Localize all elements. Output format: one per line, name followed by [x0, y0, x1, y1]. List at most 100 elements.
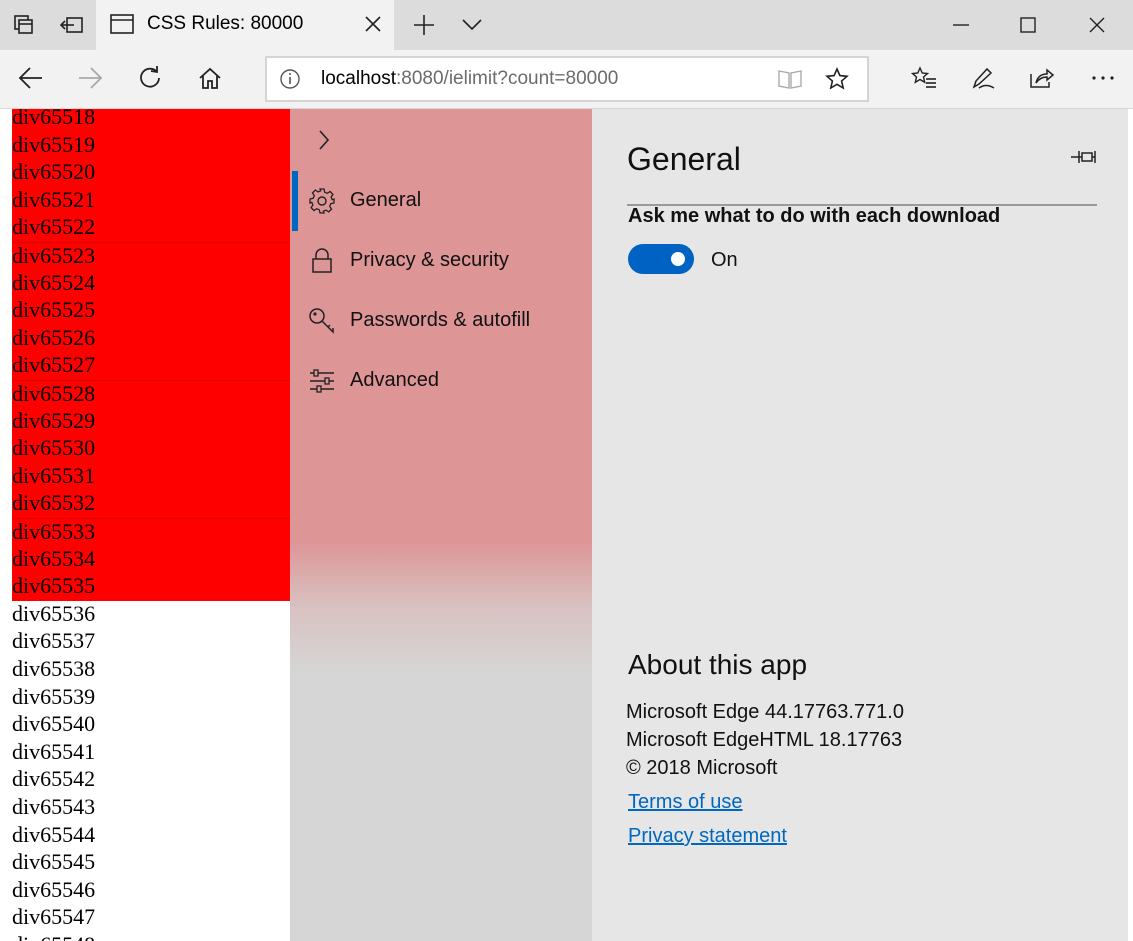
list-item: div65523: [12, 242, 290, 270]
list-item: div65521: [12, 186, 290, 215]
close-icon: [365, 16, 381, 32]
pen-icon: [972, 67, 995, 89]
list-item: div65533: [12, 518, 290, 546]
list-item: div65525: [12, 297, 290, 325]
list-item: div65522: [12, 214, 290, 242]
favorite-star-icon[interactable]: [825, 67, 849, 91]
gear-icon: [309, 188, 335, 214]
url-path: :8080/ielimit?count=80000: [396, 68, 619, 89]
list-item: div65542: [12, 766, 96, 792]
url-host: localhost: [321, 68, 396, 89]
info-icon[interactable]: [279, 68, 301, 90]
share-button[interactable]: [1022, 58, 1062, 98]
close-window-button[interactable]: [1074, 0, 1120, 50]
selection-indicator: [292, 171, 298, 231]
list-item: div65543: [12, 794, 96, 819]
page-title: General: [627, 141, 741, 177]
list-item: div65544: [12, 821, 96, 847]
list-item: div65531: [12, 462, 290, 491]
add-notes-button[interactable]: [963, 58, 1003, 98]
edgehtml-version: Microsoft EdgeHTML 18.17763: [626, 729, 903, 751]
list-item: div65548: [12, 932, 290, 941]
page-edge: [1128, 109, 1133, 941]
settings-nav-label: Passwords & autofill: [350, 309, 531, 331]
settings-nav-general[interactable]: General: [290, 171, 592, 231]
list-item: div65527: [12, 352, 290, 380]
lock-icon: [312, 248, 332, 273]
tab-active[interactable]: CSS Rules: 80000: [96, 0, 394, 50]
arrow-right-icon: [79, 67, 103, 89]
refresh-button[interactable]: [130, 58, 170, 98]
list-item: div65528: [12, 380, 290, 408]
list-item: div65541: [12, 738, 96, 764]
more-dots-icon: [1092, 76, 1114, 80]
arrow-left-icon: [18, 67, 42, 89]
refresh-icon: [140, 66, 160, 88]
list-item: div65537: [12, 628, 96, 654]
list-item: div65545: [12, 849, 96, 875]
favorites-hub-button[interactable]: [904, 58, 944, 98]
tab-actions-button[interactable]: [0, 0, 48, 50]
settings-nav-passwords-autofill[interactable]: Passwords & autofill: [290, 291, 592, 351]
home-icon: [199, 67, 221, 89]
pin-pane-button[interactable]: [1069, 146, 1099, 168]
list-item: div65539: [12, 683, 96, 709]
list-item: div65530: [12, 435, 290, 463]
minimize-button[interactable]: [938, 0, 984, 50]
forward-button[interactable]: [70, 58, 110, 98]
key-icon: [309, 308, 334, 334]
tabs-aside-icon: [14, 15, 33, 34]
page-content: div65518 div65519 div65520 div65521 div65522…: [0, 109, 290, 941]
maximize-icon: [1020, 17, 1036, 33]
address-bar[interactable]: localhost:8080/ielimit?count=80000: [265, 56, 869, 102]
list-item: div65529: [12, 407, 290, 436]
settings-nav-label: General: [350, 189, 422, 211]
settings-content-pane: General Ask me what to do with each down…: [592, 109, 1133, 941]
list-item: div65519: [12, 131, 290, 160]
collapse-pane-button[interactable]: [312, 125, 336, 155]
tab-preview-button[interactable]: [450, 0, 494, 50]
new-tab-button[interactable]: [402, 0, 446, 50]
maximize-button[interactable]: [1005, 0, 1051, 50]
settings-nav-privacy-security[interactable]: Privacy & security: [290, 231, 592, 291]
about-title: About this app: [628, 649, 808, 680]
list-item: div65524: [12, 269, 290, 298]
back-button[interactable]: [11, 58, 51, 98]
navigation-bar: localhost:8080/ielimit?count=80000: [0, 50, 1133, 109]
list-item: div65518: [12, 109, 290, 132]
settings-nav-label: Advanced: [350, 369, 439, 391]
minimize-icon: [953, 24, 969, 26]
download-setting-label: Ask me what to do with each download: [628, 205, 1001, 227]
more-button[interactable]: [1083, 58, 1123, 98]
page-icon: [110, 14, 134, 34]
close-icon: [1089, 17, 1105, 33]
chevron-right-icon: [319, 130, 330, 150]
copyright: © 2018 Microsoft: [626, 757, 778, 779]
list-item: div65534: [12, 545, 290, 574]
terms-of-use-link[interactable]: Terms of use: [628, 791, 742, 814]
download-toggle[interactable]: [628, 244, 694, 274]
list-item: div65532: [12, 490, 290, 518]
list-item: div65538: [12, 656, 96, 681]
list-item: div65547: [12, 904, 96, 930]
set-tabs-aside-button[interactable]: [48, 0, 96, 50]
share-icon: [1030, 68, 1055, 88]
plus-icon: [414, 15, 434, 35]
home-button[interactable]: [190, 58, 230, 98]
chevron-down-icon: [462, 19, 482, 31]
settings-nav-label: Privacy & security: [350, 249, 509, 271]
reading-view-icon[interactable]: [777, 68, 803, 90]
toggle-knob: [671, 252, 685, 266]
list-item: div65526: [12, 324, 290, 353]
settings-nav-advanced[interactable]: Advanced: [290, 351, 592, 411]
privacy-statement-link[interactable]: Privacy statement: [628, 825, 787, 848]
close-tab-button[interactable]: [362, 13, 384, 35]
pin-icon: [1071, 151, 1096, 163]
title-bar: CSS Rules: 80000: [0, 0, 1133, 50]
settings-nav-pane: General Privacy & security Passwords & a…: [290, 109, 592, 941]
list-item: div65546: [12, 876, 96, 902]
toggle-state-label: On: [711, 249, 738, 271]
set-aside-icon: [60, 17, 83, 33]
list-item: div65535: [12, 573, 290, 601]
edge-version: Microsoft Edge 44.17763.771.0: [626, 701, 904, 723]
